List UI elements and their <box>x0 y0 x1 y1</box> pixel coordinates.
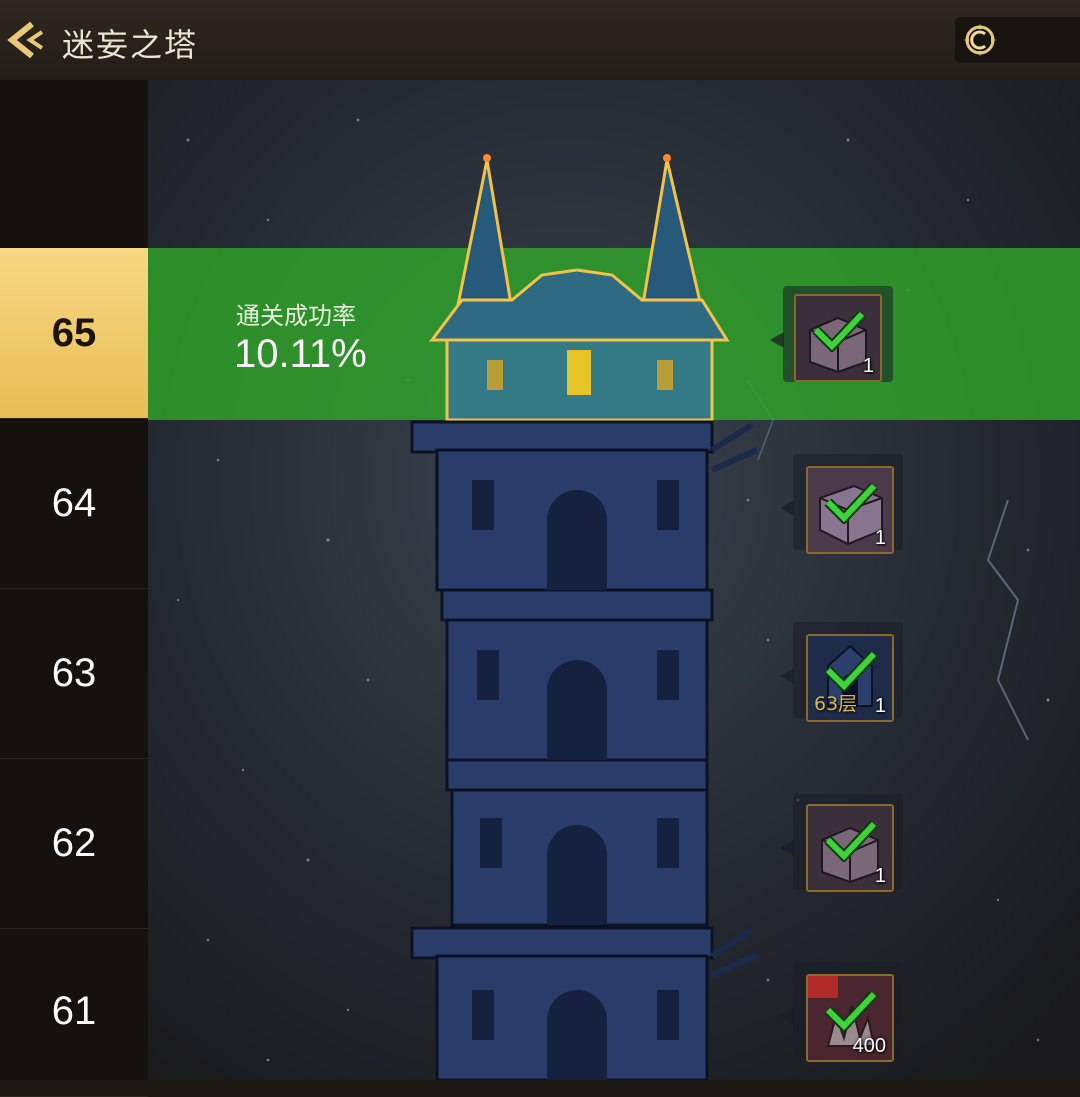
claimed-check-icon <box>824 482 878 524</box>
floor-tab-61[interactable]: 61 <box>0 926 148 1097</box>
back-arrow-icon <box>7 21 44 59</box>
currency-display[interactable] <box>955 17 1080 63</box>
claimed-check-icon <box>824 650 878 692</box>
reward-count: 1 <box>874 695 886 717</box>
floor-tab-65[interactable]: 65 <box>0 248 148 419</box>
bubble-tail <box>770 332 784 348</box>
clear-rate-label: 通关成功率 <box>236 302 356 330</box>
reward-count: 1 <box>862 355 874 377</box>
reward-count: 400 <box>852 1035 886 1057</box>
claimed-check-icon <box>812 310 866 352</box>
bubble-tail <box>780 1008 794 1024</box>
tower-illustration <box>410 154 759 1080</box>
reward-item-61[interactable]: 400 <box>806 974 894 1062</box>
tower-view: 通关成功率 10.11% 1 1 63层 1 1 400 <box>148 80 1080 1080</box>
coin-icon <box>964 24 996 56</box>
reward-item-64[interactable]: 1 <box>806 466 894 554</box>
reward-item-65[interactable]: 1 <box>794 294 882 382</box>
floor-tab-64[interactable]: 64 <box>0 418 148 589</box>
reward-count: 1 <box>874 527 886 549</box>
floor-tab-62[interactable]: 62 <box>0 758 148 929</box>
floor-list: 65 64 63 62 61 <box>0 80 148 1097</box>
floor-number: 62 <box>51 820 97 865</box>
reward-item-63[interactable]: 63层 1 <box>806 634 894 722</box>
floor-number: 64 <box>51 480 97 525</box>
bubble-tail <box>780 668 794 684</box>
floor-number: 63 <box>51 650 97 695</box>
top-bar: 迷妄之塔 <box>0 0 1080 80</box>
bubble-tail <box>780 840 794 856</box>
floor-tab-63[interactable]: 63 <box>0 588 148 759</box>
floor-tag: 63层 <box>814 693 858 715</box>
claimed-check-icon <box>824 820 878 862</box>
clear-rate-value: 10.11% <box>234 332 367 376</box>
claimed-check-icon <box>824 990 878 1032</box>
bubble-tail <box>780 500 794 516</box>
floor-number: 65 <box>51 310 97 355</box>
reward-count: 1 <box>874 865 886 887</box>
floor-number: 61 <box>51 988 97 1033</box>
page-title: 迷妄之塔 <box>62 26 199 64</box>
back-button[interactable] <box>0 16 48 64</box>
reward-item-62[interactable]: 1 <box>806 804 894 892</box>
